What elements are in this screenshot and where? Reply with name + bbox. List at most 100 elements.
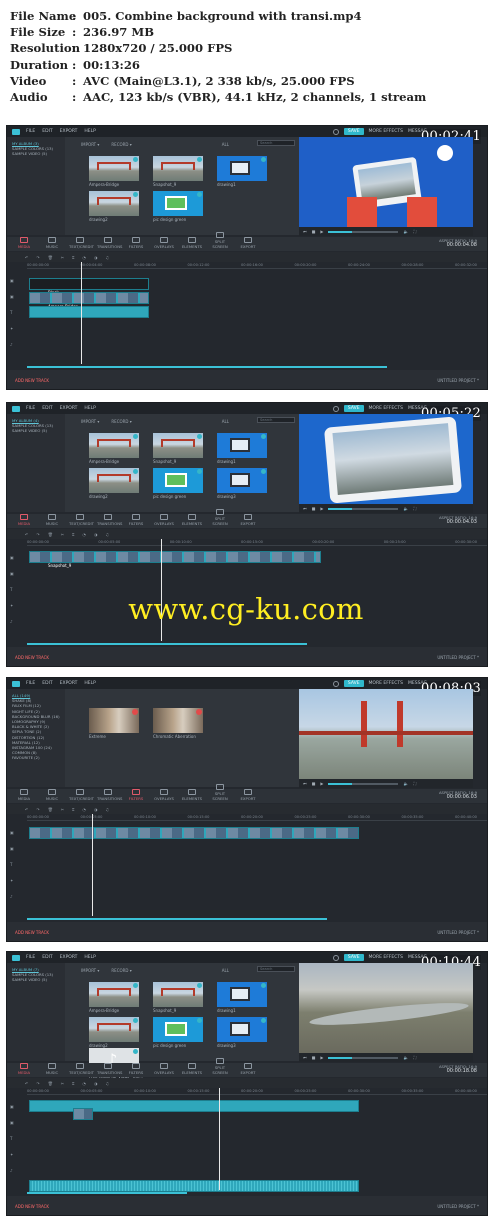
tab-transitions[interactable]: TRANSITIONS bbox=[97, 514, 122, 528]
delete-icon[interactable]: 🗑 bbox=[48, 532, 53, 537]
filter-all[interactable]: ALL bbox=[222, 142, 229, 147]
menu-file[interactable]: FILE bbox=[26, 406, 35, 411]
fullscreen-icon[interactable]: ⛶ bbox=[413, 506, 416, 511]
menu-file[interactable]: FILE bbox=[26, 955, 35, 960]
tab-transitions[interactable]: TRANSITIONS bbox=[97, 237, 122, 251]
media-tile[interactable]: drawing2 bbox=[89, 468, 139, 499]
prev-frame-icon[interactable]: ⏮ bbox=[303, 781, 307, 786]
tab-transitions[interactable]: TRANSITIONS bbox=[97, 789, 122, 803]
import-dropdown[interactable]: IMPORT ▾ bbox=[81, 968, 99, 973]
account-icon[interactable] bbox=[332, 680, 339, 687]
menu-help[interactable]: HELP bbox=[84, 681, 95, 686]
more-effects-link[interactable]: MORE EFFECTS bbox=[369, 406, 403, 411]
save-button[interactable]: SAVE bbox=[343, 954, 364, 961]
timeline-scrollbar[interactable] bbox=[27, 643, 307, 645]
stop-icon[interactable]: ■ bbox=[312, 1055, 316, 1060]
tab-media[interactable]: MEDIA bbox=[13, 789, 35, 803]
timeline-clip[interactable]: Snapshot_9 bbox=[29, 551, 321, 568]
media-tile[interactable]: pic design green bbox=[153, 468, 203, 499]
record-dropdown[interactable]: RECORD ▾ bbox=[111, 142, 131, 147]
tab-overlays[interactable]: OVERLAYS bbox=[153, 514, 175, 528]
menu-export[interactable]: EXPORT bbox=[60, 129, 78, 134]
tab-filters[interactable]: FILTERS bbox=[125, 1063, 147, 1077]
tab-music[interactable]: MUSIC bbox=[41, 1063, 63, 1077]
prev-frame-icon[interactable]: ⏮ bbox=[303, 229, 307, 234]
playhead[interactable] bbox=[92, 814, 93, 916]
undo-icon[interactable]: ↶ bbox=[25, 532, 28, 537]
undo-icon[interactable]: ↶ bbox=[25, 255, 28, 260]
tab-text-credit[interactable]: TEXT/CREDIT bbox=[69, 514, 94, 528]
cut-icon[interactable]: ✂ bbox=[61, 255, 64, 260]
color-icon[interactable]: ◑ bbox=[94, 532, 98, 537]
search-input[interactable]: Search bbox=[257, 140, 295, 146]
crop-icon[interactable]: ⌗ bbox=[72, 255, 74, 260]
media-tile[interactable]: drawing1 bbox=[217, 156, 267, 187]
media-tile[interactable]: Ampera-Bridge bbox=[89, 433, 139, 464]
fullscreen-icon[interactable]: ⛶ bbox=[413, 781, 416, 786]
redo-icon[interactable]: ↷ bbox=[36, 532, 39, 537]
color-icon[interactable]: ◑ bbox=[94, 807, 98, 812]
record-dropdown[interactable]: RECORD ▾ bbox=[111, 419, 131, 424]
menu-edit[interactable]: EDIT bbox=[42, 406, 52, 411]
media-tile[interactable]: drawing1 bbox=[217, 982, 267, 1013]
tab-split-screen[interactable]: SPLIT SCREEN bbox=[209, 232, 231, 251]
speed-icon[interactable]: ◔ bbox=[82, 807, 86, 812]
undo-icon[interactable]: ↶ bbox=[25, 807, 28, 812]
filter-all[interactable]: ALL bbox=[222, 419, 229, 424]
playback-progress[interactable] bbox=[328, 782, 399, 785]
add-new-track-button[interactable]: ADD NEW TRACK bbox=[15, 1204, 49, 1209]
tab-filters[interactable]: FILTERS bbox=[125, 514, 147, 528]
timeline-clip[interactable]: Black bbox=[29, 278, 149, 295]
filter-all[interactable]: ALL bbox=[222, 968, 229, 973]
menu-edit[interactable]: EDIT bbox=[42, 955, 52, 960]
account-icon[interactable] bbox=[332, 405, 339, 412]
sidebar-item[interactable]: SAMPLE VIDEO (5) bbox=[12, 977, 65, 982]
timeline-scrollbar[interactable] bbox=[27, 918, 327, 920]
play-icon[interactable]: ▶ bbox=[320, 1055, 323, 1060]
timeline-clip[interactable]: Ampera-Bridge bbox=[29, 292, 149, 309]
tab-elements[interactable]: ELEMENTS bbox=[181, 789, 203, 803]
media-tile[interactable]: Snapshot_9 bbox=[153, 433, 203, 464]
audio-icon[interactable]: ♫ bbox=[105, 255, 109, 260]
playback-progress[interactable] bbox=[328, 230, 399, 233]
search-input[interactable]: Search bbox=[257, 417, 295, 423]
tab-elements[interactable]: ELEMENTS bbox=[181, 514, 203, 528]
delete-icon[interactable]: 🗑 bbox=[48, 807, 53, 812]
tab-elements[interactable]: ELEMENTS bbox=[181, 237, 203, 251]
fullscreen-icon[interactable]: ⛶ bbox=[413, 1055, 416, 1060]
media-tile[interactable]: pic design green bbox=[153, 191, 203, 222]
timeline-clip[interactable] bbox=[29, 827, 359, 839]
media-tile[interactable]: Ampera-Bridge bbox=[89, 982, 139, 1013]
tab-export[interactable]: EXPORT bbox=[237, 237, 259, 251]
audio-icon[interactable]: ♫ bbox=[105, 532, 109, 537]
sidebar-item[interactable]: SAMPLE VIDEO (5) bbox=[12, 428, 65, 433]
playhead[interactable] bbox=[81, 262, 82, 364]
menu-edit[interactable]: EDIT bbox=[42, 129, 52, 134]
tab-media[interactable]: MEDIA bbox=[13, 237, 35, 251]
add-new-track-button[interactable]: ADD NEW TRACK bbox=[15, 378, 49, 383]
timeline-scrollbar[interactable] bbox=[27, 366, 387, 368]
redo-icon[interactable]: ↷ bbox=[36, 255, 39, 260]
menu-help[interactable]: HELP bbox=[84, 955, 95, 960]
tab-export[interactable]: EXPORT bbox=[237, 789, 259, 803]
redo-icon[interactable]: ↷ bbox=[36, 807, 39, 812]
prev-frame-icon[interactable]: ⏮ bbox=[303, 506, 307, 511]
tab-music[interactable]: MUSIC bbox=[41, 514, 63, 528]
sidebar-item[interactable]: SAMPLE VIDEO (5) bbox=[12, 151, 65, 156]
delete-icon[interactable]: 🗑 bbox=[48, 255, 53, 260]
save-button[interactable]: SAVE bbox=[343, 680, 364, 687]
play-icon[interactable]: ▶ bbox=[320, 506, 323, 511]
media-tile[interactable]: drawing2 bbox=[89, 1017, 139, 1048]
tab-transitions[interactable]: TRANSITIONS bbox=[97, 1063, 122, 1077]
crop-icon[interactable]: ⌗ bbox=[72, 807, 74, 812]
media-tile[interactable]: Ampera-Bridge bbox=[89, 156, 139, 187]
import-dropdown[interactable]: IMPORT ▾ bbox=[81, 142, 99, 147]
tab-elements[interactable]: ELEMENTS bbox=[181, 1063, 203, 1077]
cut-icon[interactable]: ✂ bbox=[61, 532, 64, 537]
more-effects-link[interactable]: MORE EFFECTS bbox=[369, 681, 403, 686]
menu-edit[interactable]: EDIT bbox=[42, 681, 52, 686]
timeline-clip[interactable] bbox=[73, 1108, 93, 1120]
volume-icon[interactable]: 🔈 bbox=[403, 229, 408, 234]
speed-icon[interactable]: ◔ bbox=[82, 255, 86, 260]
undo-icon[interactable]: ↶ bbox=[25, 1081, 28, 1086]
